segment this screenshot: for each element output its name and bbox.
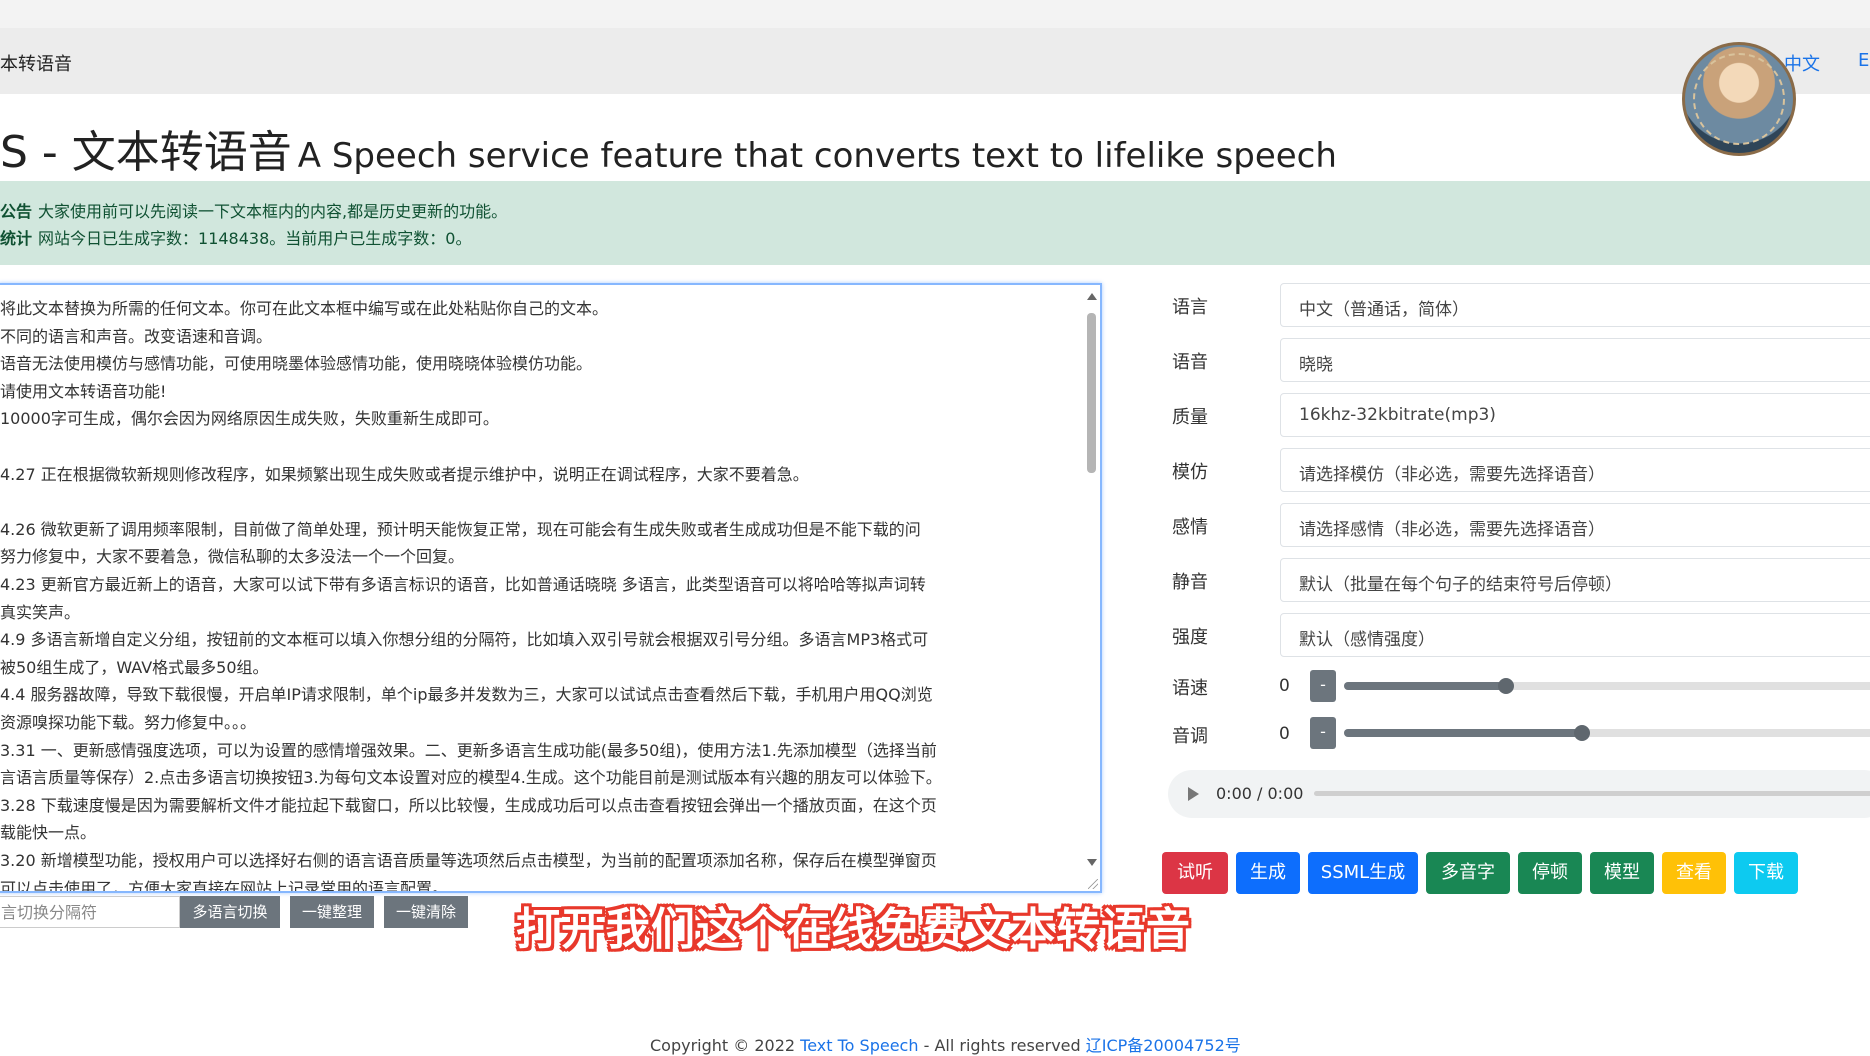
resize-grip-icon[interactable]: [1088, 879, 1098, 889]
avatar: [1682, 42, 1796, 156]
editor-line: 请使用文本转语音功能!: [0, 381, 167, 401]
separator-input[interactable]: [0, 896, 180, 928]
editor-line: 3.31 一、更新感情强度选项，可以为设置的感情增强效果。二、更新多语言生成功能…: [0, 740, 937, 760]
editor-line: 载能快一点。: [0, 823, 97, 843]
editor-line: 10000字可生成，偶尔会因为网络原因生成失败，失败重新生成即可。: [0, 409, 499, 429]
speed-slider[interactable]: [1344, 678, 1870, 694]
multilang-switch-button[interactable]: 多语言切换: [180, 896, 280, 928]
silence-label: 静音: [1172, 572, 1208, 593]
preview-button[interactable]: 试听: [1162, 852, 1228, 894]
voice-label: 语音: [1172, 352, 1208, 373]
editor-line: 将此文本替换为所需的任何文本。你可在此文本框中编写或在此处粘贴你自己的文本。: [0, 299, 609, 318]
pause-button[interactable]: 停顿: [1518, 852, 1582, 894]
generate-button[interactable]: 生成: [1236, 852, 1300, 894]
pitch-slider-knob[interactable]: [1574, 725, 1590, 741]
pitch-slider[interactable]: [1344, 725, 1870, 741]
intensity-value: 默认（感情强度）: [1299, 630, 1435, 650]
stats-text: 网站今日已生成字数：1148438。当前用户已生成字数：0。: [38, 229, 472, 248]
language-select[interactable]: 中文（普通话，简体）: [1280, 283, 1870, 327]
scroll-thumb[interactable]: [1087, 313, 1096, 473]
page-title-en: A Speech service feature that converts t…: [297, 136, 1337, 176]
silence-select[interactable]: 默认（批量在每个句子的结束符号后停顿）: [1280, 558, 1870, 602]
avatar-ring: [1693, 53, 1785, 145]
speed-minus-button[interactable]: -: [1310, 670, 1336, 702]
footer-rights: - All rights reserved: [923, 1036, 1081, 1055]
play-icon[interactable]: [1188, 787, 1199, 801]
footer-copyright: Copyright © 2022: [650, 1036, 796, 1055]
ssml-generate-button[interactable]: SSML生成: [1308, 852, 1418, 894]
text-editor[interactable]: 将此文本替换为所需的任何文本。你可在此文本框中编写或在此处粘贴你自己的文本。 不同…: [0, 283, 1102, 893]
editor-line: 3.28 下载速度慢是因为需要解析文件才能拉起下载窗口，所以比较慢，生成成功后可…: [0, 795, 937, 815]
video-subtitle: 打开我们这个在线免费文本转语音: [516, 904, 1191, 955]
stats-label: 统计: [0, 229, 33, 248]
clear-button[interactable]: 一键清除: [384, 896, 468, 928]
editor-line: 资源嗅探功能下载。努力修复中。。。: [0, 713, 257, 732]
stats-line: 统计 网站今日已生成字数：1148438。当前用户已生成字数：0。: [0, 225, 471, 249]
nav-brand[interactable]: 本转语音: [0, 50, 72, 76]
tidy-button[interactable]: 一键整理: [290, 896, 374, 928]
page-title-zh: S - 文本转语音: [0, 127, 292, 178]
editor-line: 4.23 更新官方最近新上的语音，大家可以试下带有多语言标识的语音，比如普通话晓…: [0, 575, 926, 594]
voice-select[interactable]: 晓晓: [1280, 338, 1870, 382]
pitch-minus-button[interactable]: -: [1310, 717, 1336, 749]
pitch-value: 0: [1279, 724, 1290, 744]
editor-line: 努力修复中，大家不要着急，微信私聊的太多没法一个一个回复。: [0, 547, 465, 567]
editor-line: 可以点击使用了，方便大家直接在网站上记录常用的语言配置。: [0, 878, 449, 893]
audio-player: 0:00 / 0:00: [1168, 770, 1870, 818]
editor-scrollbar[interactable]: [1084, 287, 1100, 891]
speed-slider-fill: [1344, 682, 1506, 690]
editor-line: 3.20 新增模型功能，授权用户可以选择好右侧的语言语音质量等选项然后点击模型，…: [0, 851, 937, 870]
notice-alert: 公告 大家使用前可以先阅读一下文本框内的内容,都是历史更新的功能。 统计 网站今日已…: [0, 181, 1870, 265]
imitate-select[interactable]: 请选择模仿（非必选，需要先选择语音）: [1280, 448, 1870, 492]
footer: Copyright © 2022 Text To Speech - All ri…: [650, 1032, 1241, 1056]
intensity-label: 强度: [1172, 627, 1208, 648]
intensity-select[interactable]: 默认（感情强度）: [1280, 613, 1870, 657]
audio-progress-bar[interactable]: [1314, 791, 1870, 796]
view-button[interactable]: 查看: [1662, 852, 1726, 894]
footer-site-link[interactable]: Text To Speech: [800, 1036, 918, 1055]
emotion-label: 感情: [1172, 517, 1208, 538]
speed-label: 语速: [1172, 678, 1208, 699]
speed-slider-knob[interactable]: [1498, 678, 1514, 694]
voice-value: 晓晓: [1299, 355, 1333, 375]
editor-line: 4.4 服务器故障，导致下载很慢，开启单IP请求限制，单个ip最多并发数为三，大…: [0, 685, 933, 705]
lang-en-link[interactable]: En: [1858, 50, 1870, 71]
pitch-slider-fill: [1344, 729, 1582, 737]
emotion-select[interactable]: 请选择感情（非必选，需要先选择语音）: [1280, 503, 1870, 547]
notice-line: 公告 大家使用前可以先阅读一下文本框内的内容,都是历史更新的功能。: [0, 198, 507, 222]
pitch-label: 音调: [1172, 726, 1208, 747]
editor-line: 不同的语言和声音。改变语速和音调。: [0, 326, 273, 346]
audio-time: 0:00 / 0:00: [1216, 784, 1304, 803]
quality-select[interactable]: 16khz-32kbitrate(mp3): [1280, 393, 1870, 437]
editor-line: 真实笑声。: [0, 602, 81, 622]
quality-label: 质量: [1172, 407, 1208, 428]
editor-line: 4.9 多语言新增自定义分组，按钮前的文本框可以填入你想分组的分隔符，比如填入双…: [0, 630, 929, 650]
imitate-label: 模仿: [1172, 462, 1208, 483]
editor-line: 4.27 正在根据微软新规则修改程序，如果频繁出现生成失败或者提示维护中，说明正…: [0, 464, 809, 484]
scroll-down-arrow-icon[interactable]: [1087, 859, 1097, 866]
download-button[interactable]: 下载: [1734, 852, 1798, 894]
emotion-value: 请选择感情（非必选，需要先选择语音）: [1299, 520, 1605, 540]
page-title: S - 文本转语音 A Speech service feature that c…: [0, 116, 1337, 180]
model-button[interactable]: 模型: [1590, 852, 1654, 894]
language-value: 中文（普通话，简体）: [1299, 300, 1469, 320]
browser-top-strip: [0, 0, 1870, 28]
notice-label: 公告: [0, 202, 33, 221]
speed-value: 0: [1279, 676, 1290, 696]
editor-line: 言语言质量等保存）2.点击多语言切换按钮3.为每句文本设置对应的模型4.生成。这…: [0, 768, 942, 788]
editor-line: 4.26 微软更新了调用频率限制，目前做了简单处理，预计明天能恢复正常，现在可能…: [0, 519, 921, 539]
silence-value: 默认（批量在每个句子的结束符号后停顿）: [1299, 575, 1622, 595]
imitate-value: 请选择模仿（非必选，需要先选择语音）: [1299, 465, 1605, 485]
scroll-up-arrow-icon[interactable]: [1087, 293, 1097, 300]
quality-value: 16khz-32kbitrate(mp3): [1299, 405, 1496, 425]
language-label: 语言: [1172, 297, 1208, 318]
editor-line: 语音无法使用模仿与感情功能，可使用晓墨体验感情功能，使用晓晓体验模仿功能。: [0, 354, 593, 374]
notice-text: 大家使用前可以先阅读一下文本框内的内容,都是历史更新的功能。: [38, 202, 508, 221]
polyphone-button[interactable]: 多音字: [1426, 852, 1510, 894]
editor-line: 被50组生成了，WAV格式最多50组。: [0, 657, 269, 677]
navbar: [0, 28, 1870, 94]
footer-icp-link[interactable]: 辽ICP备20004752号: [1086, 1036, 1241, 1055]
